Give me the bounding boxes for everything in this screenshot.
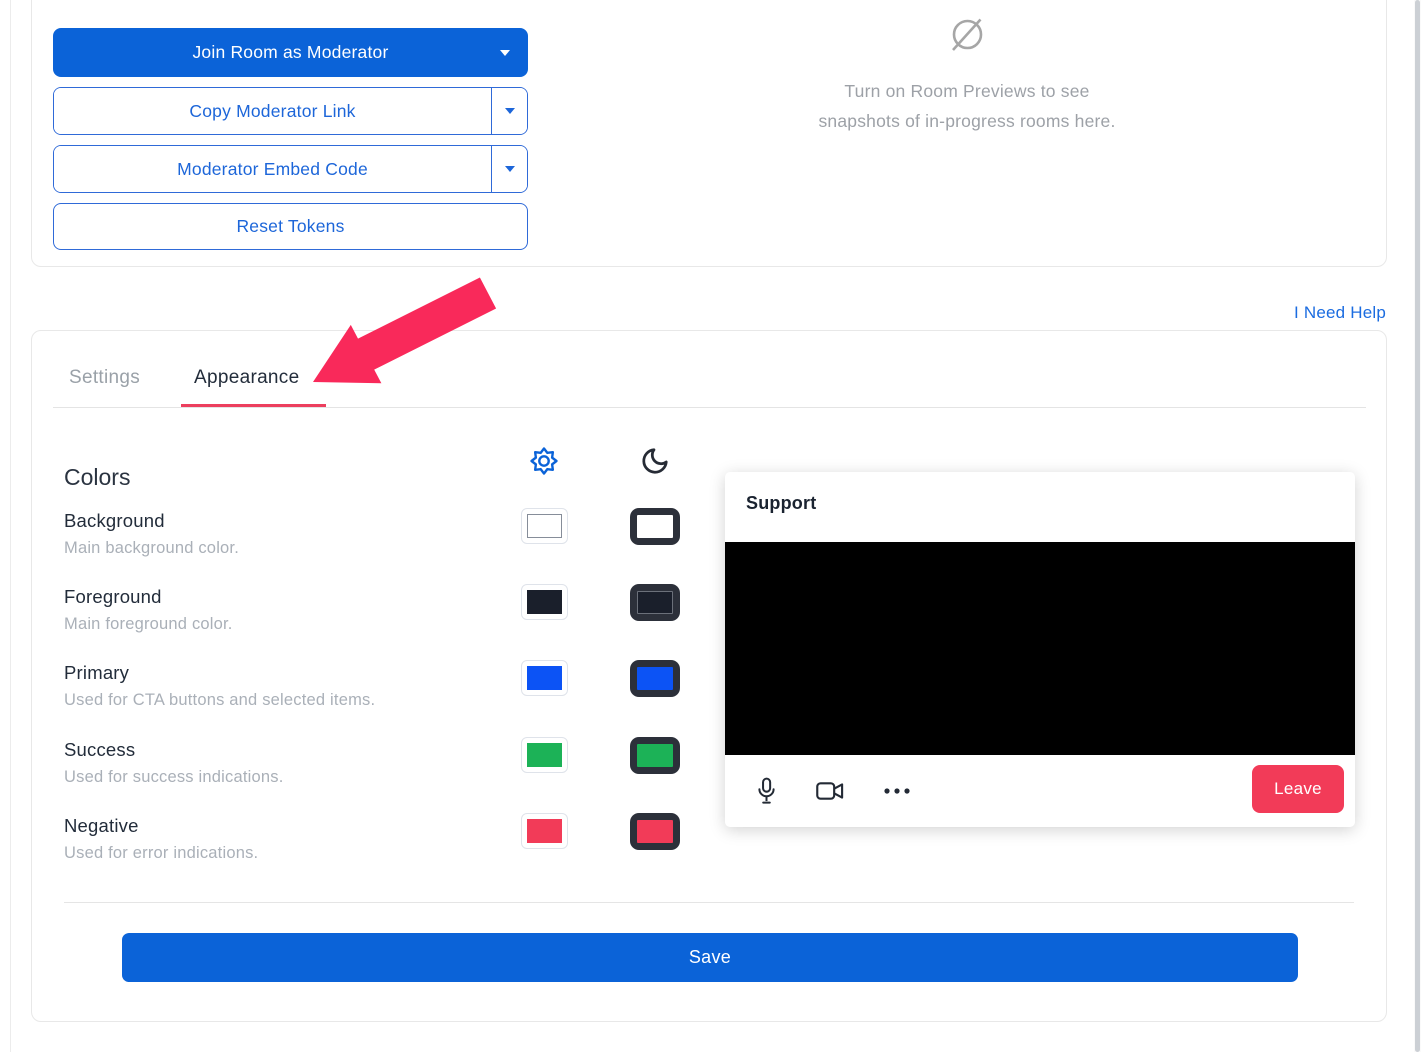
room-previews-placeholder: Turn on Room Previews to see snapshots o… <box>732 13 1202 136</box>
color-swatch <box>527 666 562 690</box>
foreground-dark-swatch[interactable] <box>630 584 680 621</box>
negative-dark-swatch[interactable] <box>630 813 680 850</box>
color-swatch <box>527 514 562 538</box>
color-row-description: Used for error indications. <box>64 844 1354 863</box>
negative-light-swatch[interactable] <box>521 813 568 849</box>
primary-light-swatch[interactable] <box>521 660 568 696</box>
moderator-button-column: Join Room as Moderator Copy Moderator Li… <box>53 28 528 250</box>
save-button[interactable]: Save <box>122 933 1298 982</box>
moderator-embed-code-button[interactable]: Moderator Embed Code <box>54 146 491 192</box>
color-swatch <box>527 743 562 767</box>
tab-settings[interactable]: Settings <box>69 367 140 389</box>
scrollbar-thumb[interactable] <box>1415 0 1420 1052</box>
embed-code-dropdown-toggle[interactable] <box>491 146 527 192</box>
room-preview-panel: Support <box>725 472 1355 827</box>
moderator-embed-code-split-button: Moderator Embed Code <box>53 145 528 193</box>
microphone-icon[interactable] <box>755 777 778 806</box>
color-swatch <box>527 590 562 614</box>
page-left-rule <box>10 0 11 1052</box>
foreground-light-swatch[interactable] <box>521 584 568 620</box>
success-dark-swatch[interactable] <box>630 737 680 774</box>
color-swatch <box>527 819 562 843</box>
moon-icon[interactable] <box>640 446 670 481</box>
room-previews-hint-line2: snapshots of in-progress rooms here. <box>732 106 1202 136</box>
colors-section-title: Colors <box>64 464 130 491</box>
previews-off-icon <box>944 13 990 59</box>
color-swatch <box>637 744 673 767</box>
color-swatch <box>637 515 673 538</box>
leave-button[interactable]: Leave <box>1252 765 1344 813</box>
more-options-icon[interactable] <box>883 787 913 795</box>
preview-room-title: Support <box>746 493 816 514</box>
background-light-swatch[interactable] <box>521 508 568 544</box>
chevron-down-icon <box>505 166 515 172</box>
join-room-label: Join Room as Moderator <box>192 42 388 63</box>
reset-tokens-button[interactable]: Reset Tokens <box>53 203 528 250</box>
primary-dark-swatch[interactable] <box>630 660 680 697</box>
chevron-down-icon <box>500 50 510 56</box>
tab-appearance[interactable]: Appearance <box>194 367 299 389</box>
gear-icon[interactable] <box>529 446 559 481</box>
chevron-down-icon <box>505 108 515 114</box>
scrollbar[interactable] <box>1414 0 1421 1052</box>
color-swatch <box>637 820 673 843</box>
section-divider <box>64 902 1354 903</box>
copy-moderator-link-split-button: Copy Moderator Link <box>53 87 528 135</box>
moderator-actions-card: Join Room as Moderator Copy Moderator Li… <box>31 0 1387 267</box>
background-dark-swatch[interactable] <box>630 508 680 545</box>
tabs-divider <box>53 407 1366 408</box>
copy-link-dropdown-toggle[interactable] <box>491 88 527 134</box>
camera-icon[interactable] <box>816 780 845 802</box>
page: Join Room as Moderator Copy Moderator Li… <box>0 0 1421 1052</box>
success-light-swatch[interactable] <box>521 737 568 773</box>
color-swatch <box>637 667 673 690</box>
video-area <box>725 542 1355 755</box>
need-help-link[interactable]: I Need Help <box>1294 303 1386 323</box>
join-room-as-moderator-button[interactable]: Join Room as Moderator <box>53 28 528 77</box>
color-swatch <box>637 591 673 614</box>
copy-moderator-link-button[interactable]: Copy Moderator Link <box>54 88 491 134</box>
room-previews-hint-line1: Turn on Room Previews to see <box>732 76 1202 106</box>
